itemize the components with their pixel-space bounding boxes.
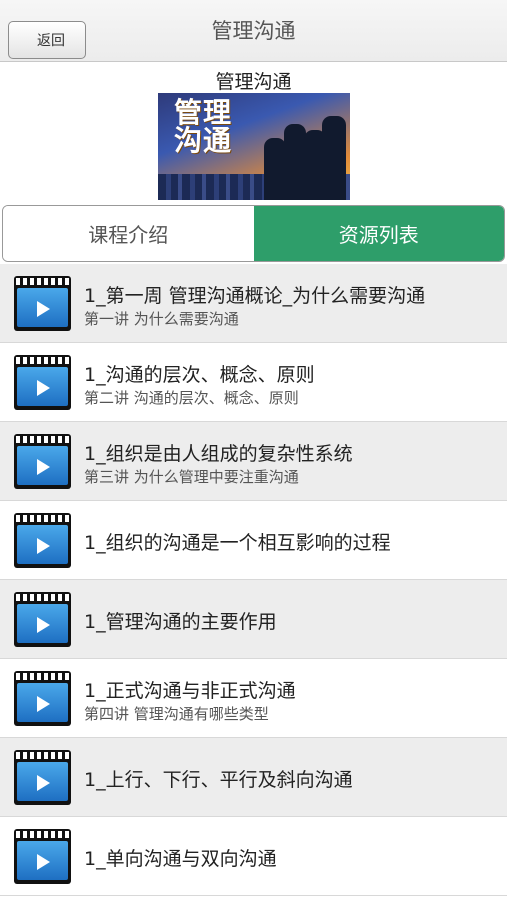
- list-item[interactable]: 1_单向沟通与双向沟通: [0, 817, 507, 896]
- tab-bar: 课程介绍 资源列表: [2, 205, 505, 262]
- tab-resource-list[interactable]: 资源列表: [253, 206, 504, 261]
- navigation-bar: 返回 管理沟通: [0, 0, 507, 62]
- list-item[interactable]: 1_第一周 管理沟通概论_为什么需要沟通 第一讲 为什么需要沟通: [0, 264, 507, 343]
- list-item-title: 1_第一周 管理沟通概论_为什么需要沟通: [84, 285, 426, 307]
- resource-list: 1_第一周 管理沟通概论_为什么需要沟通 第一讲 为什么需要沟通 1_沟通的层次…: [0, 264, 507, 896]
- list-item-subtitle: 第二讲 沟通的层次、概念、原则: [84, 389, 299, 407]
- video-icon: [14, 829, 71, 884]
- tab-course-intro[interactable]: 课程介绍: [3, 206, 254, 261]
- list-item[interactable]: 1_组织的沟通是一个相互影响的过程: [0, 501, 507, 580]
- video-icon: [14, 355, 71, 410]
- list-item-title: 1_组织的沟通是一个相互影响的过程: [84, 532, 391, 554]
- list-item[interactable]: 1_沟通的层次、概念、原则 第二讲 沟通的层次、概念、原则: [0, 343, 507, 422]
- video-icon: [14, 671, 71, 726]
- video-icon: [14, 592, 71, 647]
- list-item-subtitle: 第四讲 管理沟通有哪些类型: [84, 705, 269, 723]
- list-item-title: 1_单向沟通与双向沟通: [84, 848, 277, 870]
- list-item[interactable]: 1_管理沟通的主要作用: [0, 580, 507, 659]
- list-item[interactable]: 1_上行、下行、平行及斜向沟通: [0, 738, 507, 817]
- course-banner-image: 管理 沟通: [158, 93, 350, 200]
- video-icon: [14, 276, 71, 331]
- list-item-subtitle: 第三讲 为什么管理中要注重沟通: [84, 468, 299, 486]
- course-title: 管理沟通: [215, 71, 292, 93]
- list-item-title: 1_管理沟通的主要作用: [84, 611, 277, 633]
- list-item[interactable]: 1_组织是由人组成的复杂性系统 第三讲 为什么管理中要注重沟通: [0, 422, 507, 501]
- banner-logo-text: 管理 沟通: [174, 96, 233, 157]
- banner-person: [284, 124, 306, 200]
- banner-person: [264, 138, 286, 200]
- list-item-subtitle: 第一讲 为什么需要沟通: [84, 310, 239, 328]
- list-item-title: 1_上行、下行、平行及斜向沟通: [84, 769, 353, 791]
- banner-person: [322, 116, 346, 200]
- video-icon: [14, 434, 71, 489]
- video-icon: [14, 513, 71, 568]
- list-item[interactable]: 1_正式沟通与非正式沟通 第四讲 管理沟通有哪些类型: [0, 659, 507, 738]
- video-icon: [14, 750, 71, 805]
- list-item-title: 1_沟通的层次、概念、原则: [84, 364, 315, 386]
- list-item-title: 1_组织是由人组成的复杂性系统: [84, 443, 353, 465]
- list-item-title: 1_正式沟通与非正式沟通: [84, 680, 296, 702]
- page-title: 管理沟通: [211, 19, 296, 43]
